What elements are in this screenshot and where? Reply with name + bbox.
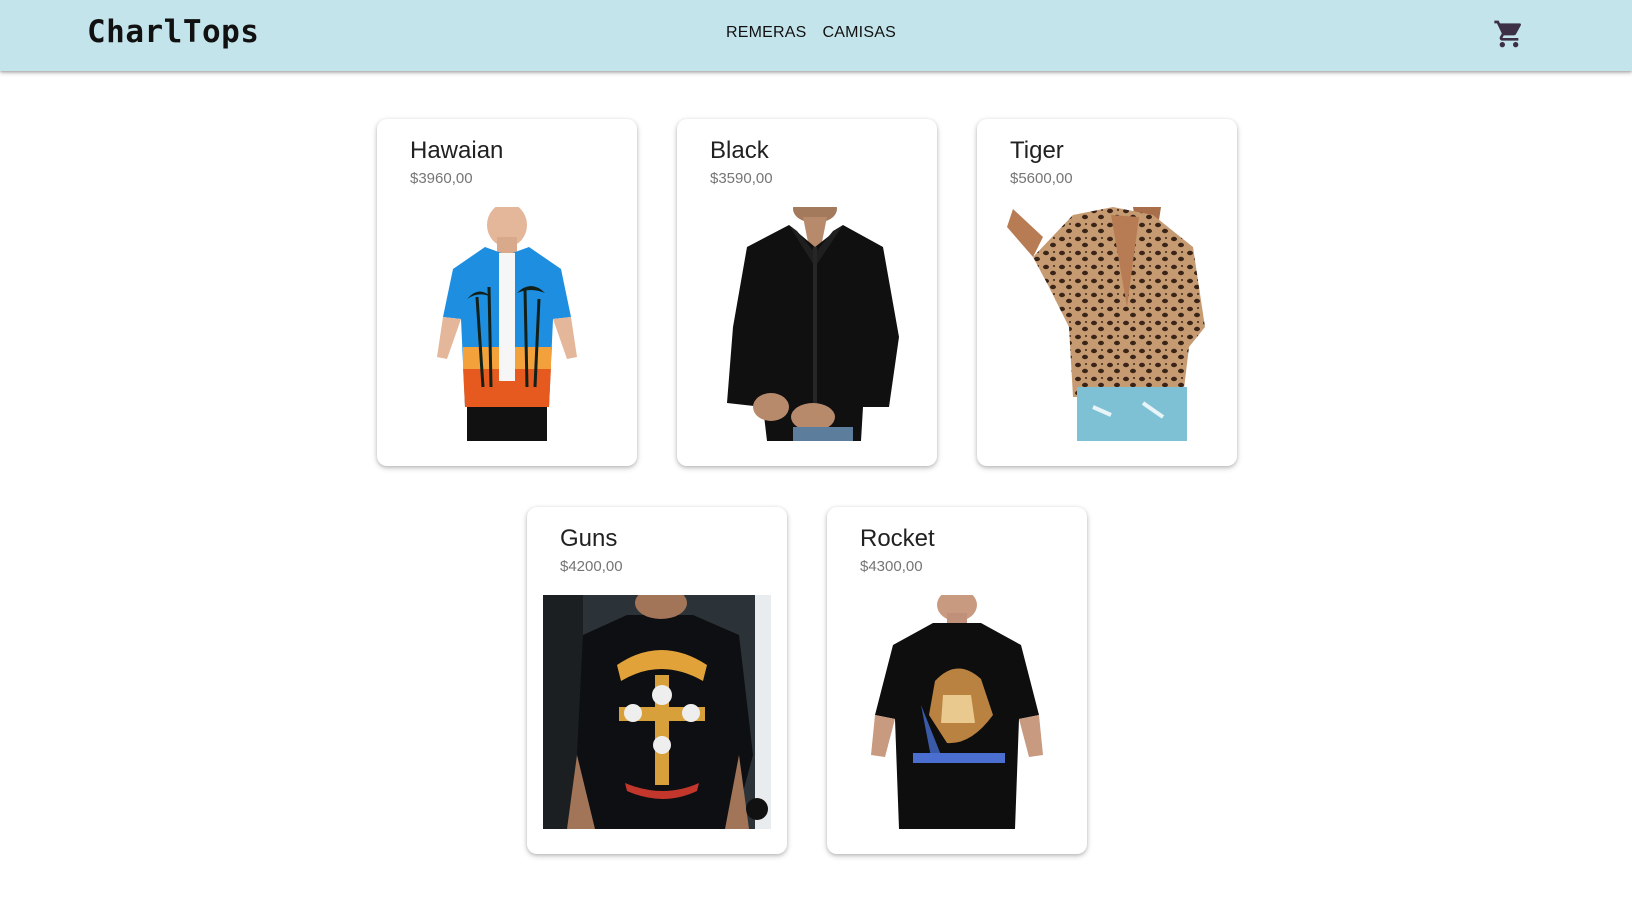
brand-logo[interactable]: CharlTops [87,14,259,50]
product-title: Hawaian [410,137,504,164]
shopping-cart-icon [1494,20,1522,48]
leopard-shirt-photo [993,207,1221,441]
product-price: $4200,00 [560,558,623,575]
product-price: $4300,00 [860,558,923,575]
black-shirt-photo [693,207,921,441]
rocket-tshirt-photo [843,595,1071,829]
guns-tshirt-photo [543,595,771,829]
hawaiian-shirt-photo [393,207,621,441]
product-card-guns[interactable]: Guns $4200,00 [527,507,787,854]
product-price: $3960,00 [410,170,473,187]
product-price: $5600,00 [1010,170,1073,187]
app-bar: CharlTops REMERAS CAMISAS [0,0,1632,71]
product-title: Tiger [1010,137,1064,164]
main-nav: REMERAS CAMISAS [726,24,896,42]
product-card-tiger[interactable]: Tiger $5600,00 [977,119,1237,466]
product-card-rocket[interactable]: Rocket $4300,00 [827,507,1087,854]
product-title: Guns [560,525,618,552]
product-card-hawaian[interactable]: Hawaian $3960,00 [377,119,637,466]
product-price: $3590,00 [710,170,773,187]
product-title: Rocket [860,525,935,552]
cart-button[interactable] [1493,18,1525,50]
product-card-black[interactable]: Black $3590,00 [677,119,937,466]
nav-link-remeras[interactable]: REMERAS [726,24,807,42]
product-title: Black [710,137,769,164]
nav-link-camisas[interactable]: CAMISAS [823,24,896,42]
